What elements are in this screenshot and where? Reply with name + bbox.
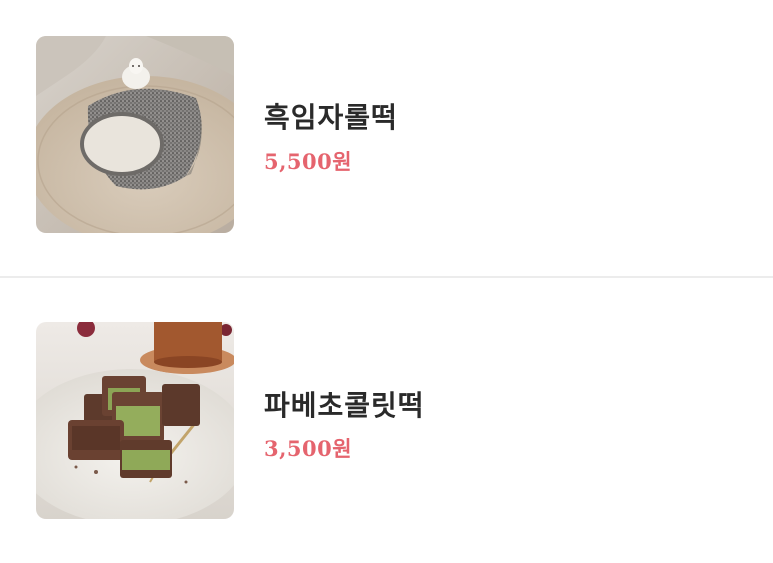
menu-list: 흑임자롤떡 5,500원 파베초콜릿떡 3,500원 bbox=[0, 0, 773, 563]
menu-item-image[interactable] bbox=[36, 322, 234, 519]
black-sesame-roll-cake-photo bbox=[36, 36, 234, 233]
divider bbox=[0, 276, 773, 278]
menu-item-price: 5,500원 bbox=[264, 149, 353, 174]
menu-item-name: 흑임자롤떡 bbox=[264, 101, 398, 134]
menu-item-name: 파베초콜릿떡 bbox=[264, 389, 425, 422]
menu-item-black-sesame-roll[interactable]: 흑임자롤떡 5,500원 bbox=[0, 18, 773, 258]
menu-item-price: 3,500원 bbox=[264, 436, 353, 461]
pave-chocolate-rice-cake-photo bbox=[36, 322, 234, 519]
menu-item-pave-chocolate[interactable]: 파베초콜릿떡 3,500원 bbox=[0, 304, 773, 544]
menu-item-image[interactable] bbox=[36, 36, 234, 233]
